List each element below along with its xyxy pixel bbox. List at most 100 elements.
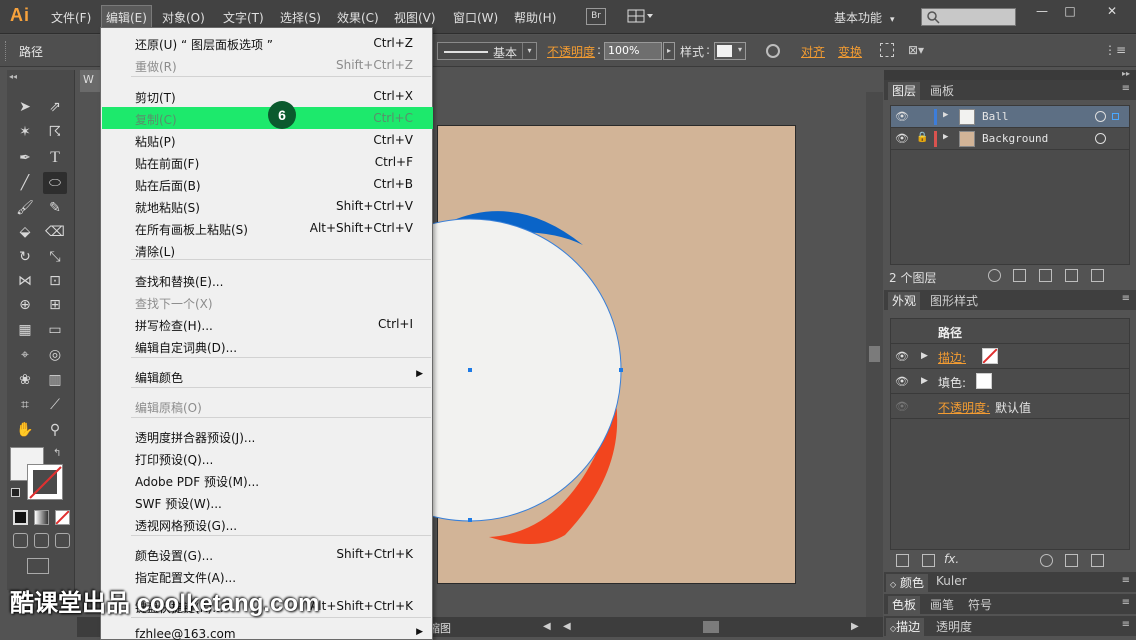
draw-normal-icon[interactable]	[13, 533, 28, 548]
mesh-tool-icon[interactable]: ▦	[13, 319, 37, 341]
graphic-style-dropdown[interactable]: ▾	[714, 42, 746, 60]
create-layer-icon[interactable]	[1065, 269, 1078, 282]
edit-menu-item[interactable]: 清除(L)	[102, 239, 433, 261]
rotate-tool-icon[interactable]: ↻	[13, 246, 37, 268]
none-mode-icon[interactable]	[55, 510, 70, 525]
tab-graphic-styles[interactable]: 图形样式	[926, 292, 982, 309]
panel-menu-icon[interactable]: ≡	[1122, 83, 1130, 94]
expand-triangle-icon[interactable]: ▶	[921, 351, 928, 361]
paintbrush-tool-icon[interactable]: 🖌	[13, 197, 37, 219]
tab-appearance[interactable]: 外观	[888, 292, 921, 310]
visibility-eye-icon[interactable]: 👁	[895, 400, 909, 414]
anchor-point[interactable]	[468, 368, 472, 372]
menu-select[interactable]: 选择(S)	[280, 9, 321, 26]
anchor-point[interactable]	[468, 518, 472, 522]
slice-tool-icon[interactable]: ⟋	[43, 394, 67, 416]
fill-swatch[interactable]	[976, 373, 992, 389]
arrange-documents-icon[interactable]	[627, 9, 655, 24]
tab-brushes[interactable]: 画笔	[926, 596, 958, 613]
menu-view[interactable]: 视图(V)	[394, 9, 436, 26]
stroke-swatch[interactable]	[982, 348, 998, 364]
edit-menu-item[interactable]: 还原(U) “ 图层面板选项 ” Ctrl+Z	[102, 32, 433, 54]
layer-name[interactable]: Ball	[982, 110, 1009, 123]
tab-transparency[interactable]: 透明度	[932, 618, 976, 635]
eraser-tool-icon[interactable]: ⌫	[43, 221, 67, 243]
edit-menu-item[interactable]: 透明度拼合器预设(J)...	[102, 425, 433, 447]
edit-menu-item[interactable]: 剪切(T) Ctrl+X	[102, 85, 433, 107]
layer-name[interactable]: Background	[982, 132, 1048, 145]
draw-behind-icon[interactable]	[34, 533, 49, 548]
menu-edit[interactable]: 编辑(E)	[101, 5, 152, 30]
screen-mode-icon[interactable]	[27, 558, 49, 574]
panel-menu-icon[interactable]: ≡	[1122, 293, 1130, 304]
minimize-button[interactable]: —	[1029, 3, 1055, 19]
panel-menu-icon[interactable]: ≡	[1122, 575, 1130, 586]
selection-indicator[interactable]	[1112, 113, 1119, 120]
layer-row-ball[interactable]: 👁 ▶ Ball	[891, 106, 1129, 128]
scroll-thumb[interactable]	[703, 621, 719, 633]
scale-tool-icon[interactable]: ⤡	[43, 246, 67, 268]
edit-menu-item[interactable]: SWF 预设(W)...	[102, 491, 433, 513]
swap-colors-icon[interactable]: ↰	[53, 448, 61, 459]
collapse-icon[interactable]: ▸▸	[1122, 69, 1130, 78]
stroke-swatch[interactable]	[27, 464, 63, 500]
free-transform-tool-icon[interactable]: ⊡	[43, 270, 67, 292]
width-tool-icon[interactable]: ⋈	[13, 270, 37, 292]
menu-help[interactable]: 帮助(H)	[514, 9, 556, 26]
opacity-link[interactable]: 不透明度:	[938, 399, 990, 416]
trash-icon[interactable]	[1091, 269, 1104, 282]
panel-menu-icon[interactable]: ≡	[1122, 619, 1130, 630]
tab-layers[interactable]: 图层	[888, 82, 921, 100]
edit-menu-item[interactable]: 编辑颜色 ▶	[102, 365, 433, 387]
lasso-tool-icon[interactable]: ☈	[43, 121, 67, 143]
visibility-eye-icon[interactable]: 👁	[895, 375, 909, 389]
edit-menu-item[interactable]: fzhlee@163.com ▶	[102, 623, 433, 640]
hand-tool-icon[interactable]: ✋	[13, 419, 37, 441]
target-circle-icon[interactable]	[1095, 111, 1106, 122]
workspace-switcher[interactable]: 基本功能 ▾	[834, 9, 895, 26]
appearance-fill-row[interactable]: 👁 ▶ 填色:	[891, 369, 1129, 394]
lock-icon[interactable]: 🔒	[916, 132, 928, 146]
edit-menu-item[interactable]: 打印预设(Q)...	[102, 447, 433, 469]
artboard-tool-icon[interactable]: ⌗	[13, 394, 37, 416]
blend-tool-icon[interactable]: ◎	[43, 344, 67, 366]
shape-builder-tool-icon[interactable]: ⊕	[13, 294, 37, 316]
recolor-icon[interactable]	[766, 44, 780, 58]
panel-menu-icon[interactable]: ⋮≡	[1104, 43, 1126, 57]
stroke-profile-dropdown[interactable]: 基本 ▾	[437, 42, 537, 60]
menu-object[interactable]: 对象(O)	[162, 9, 205, 26]
locate-object-icon[interactable]	[988, 269, 1001, 282]
magic-wand-tool-icon[interactable]: ✶	[13, 121, 37, 143]
expand-triangle-icon[interactable]: ▶	[921, 376, 928, 386]
tab-symbols[interactable]: 符号	[964, 596, 996, 613]
maximize-button[interactable]: □	[1057, 3, 1083, 19]
menu-file[interactable]: 文件(F)	[51, 9, 91, 26]
add-fill-icon[interactable]	[922, 554, 935, 567]
menu-type[interactable]: 文字(T)	[223, 9, 264, 26]
panel-menu-icon[interactable]: ≡	[1122, 597, 1130, 608]
bridge-button[interactable]: Br	[586, 8, 606, 25]
add-stroke-icon[interactable]	[896, 554, 909, 567]
symbol-sprayer-tool-icon[interactable]: ❀	[13, 369, 37, 391]
stroke-label[interactable]: 描边:	[938, 349, 966, 366]
chevron-right-icon[interactable]: ▸	[663, 42, 675, 60]
anchor-point[interactable]	[619, 368, 623, 372]
edit-menu-item[interactable]: 透视网格预设(G)...	[102, 513, 433, 535]
edit-menu-item[interactable]: 颜色设置(G)... Shift+Ctrl+K	[102, 543, 433, 565]
create-sublayer-icon[interactable]	[1039, 269, 1052, 282]
pencil-tool-icon[interactable]: ✎	[43, 197, 67, 219]
edit-menu-item[interactable]: 贴在后面(B) Ctrl+B	[102, 173, 433, 195]
envelope-icon[interactable]: ⊠▾	[908, 43, 924, 57]
edit-menu-item[interactable]: 拼写检查(H)... Ctrl+I	[102, 313, 433, 335]
document-tab[interactable]: W	[80, 70, 100, 92]
edit-menu-item[interactable]: 编辑自定词典(D)...	[102, 335, 433, 357]
align-link[interactable]: 对齐	[801, 43, 825, 60]
edit-menu-item[interactable]: 查找和替换(E)...	[102, 269, 433, 291]
gradient-mode-icon[interactable]	[34, 510, 49, 525]
menu-window[interactable]: 窗口(W)	[453, 9, 498, 26]
add-effect-button[interactable]: fx.	[944, 552, 959, 566]
color-mode-icon[interactable]	[13, 510, 28, 525]
type-tool-icon[interactable]: T	[43, 147, 67, 169]
edit-menu-item[interactable]: Adobe PDF 预设(M)...	[102, 469, 433, 491]
transform-link[interactable]: 变换	[838, 43, 862, 60]
